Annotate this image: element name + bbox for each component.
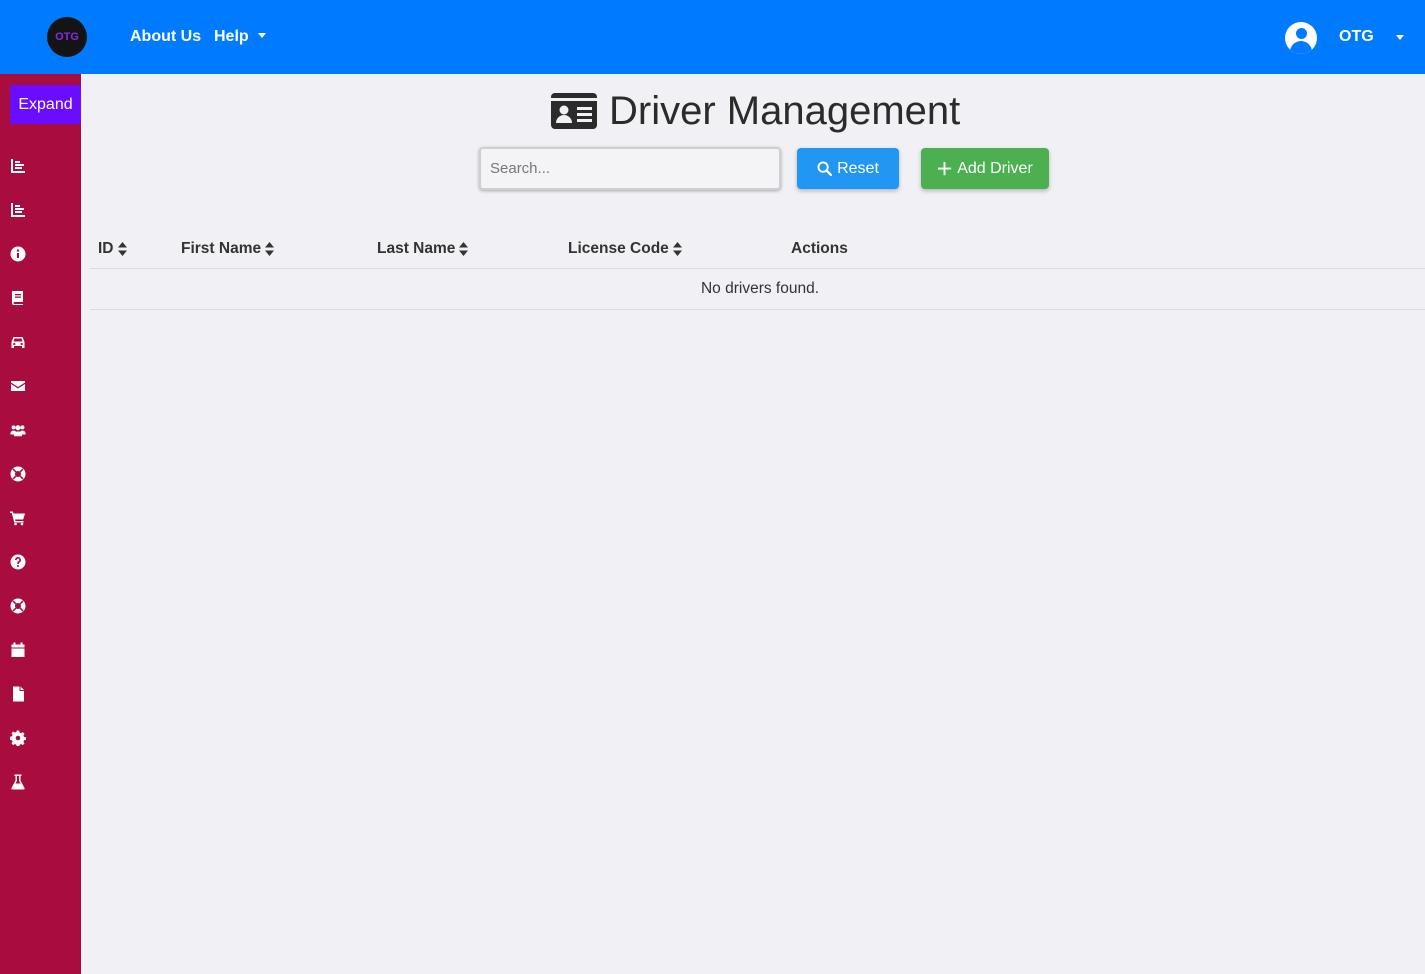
column-header-id[interactable]: ID [98,240,127,258]
calendar-icon[interactable] [8,640,28,660]
info-circle-icon[interactable] [8,244,28,264]
page-header: Driver Management [551,88,960,134]
shopping-cart-icon[interactable] [8,508,28,528]
life-ring-icon[interactable] [8,464,28,484]
top-navbar: OTG About Us Help OTG [0,0,1425,74]
sort-icon [459,242,469,256]
gear-icon[interactable] [8,728,28,748]
sort-icon [672,242,682,256]
add-driver-button-label: Add Driver [957,159,1033,177]
page-title: Driver Management [609,88,961,133]
logo[interactable]: OTG [47,17,87,57]
nav-help-label: Help [214,28,249,45]
life-ring-icon[interactable] [8,596,28,616]
search-icon [817,161,833,176]
empty-table-message: No drivers found. [700,280,820,297]
search-input[interactable] [479,147,781,190]
flask-icon[interactable] [8,772,28,792]
reset-button[interactable]: Reset [797,148,899,189]
column-header-first-name[interactable]: First Name [181,240,275,258]
envelope-icon[interactable] [8,376,28,396]
reset-button-label: Reset [837,159,879,177]
file-icon[interactable] [8,684,28,704]
book-icon[interactable] [8,288,28,308]
column-header-license-code[interactable]: License Code [568,240,682,258]
id-card-icon [551,93,597,129]
sort-icon [117,242,127,256]
caret-down-icon [257,33,266,38]
users-icon[interactable] [8,420,28,440]
add-driver-button[interactable]: Add Driver [921,148,1049,189]
column-header-last-name[interactable]: Last Name [377,240,469,258]
question-circle-icon[interactable] [8,552,28,572]
car-icon[interactable] [8,332,28,352]
plus-icon [938,161,952,176]
nav-about-us-link[interactable]: About Us [130,28,201,46]
chart-bar-icon[interactable] [8,200,28,220]
expand-sidebar-button[interactable]: Expand [10,85,81,124]
chart-bar-icon[interactable] [8,156,28,176]
sort-icon [265,242,275,256]
logo-text: OTG [55,31,79,43]
header-divider [90,268,1425,269]
user-avatar-icon[interactable] [1285,22,1317,54]
sidebar: Expand [0,74,81,974]
row-divider [90,309,1425,310]
user-menu-caret-icon[interactable] [1396,35,1404,40]
nav-help-dropdown[interactable]: Help [214,28,266,46]
user-name[interactable]: OTG [1339,28,1374,46]
column-header-actions: Actions [791,240,848,257]
